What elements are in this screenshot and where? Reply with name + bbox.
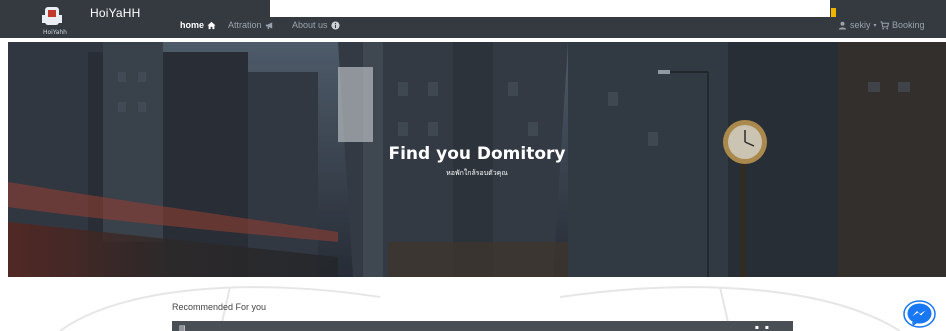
nav-home-label: home [180,20,205,30]
nav-about[interactable]: About us [292,20,340,30]
navbar-top-gap [270,0,830,17]
home-icon [207,21,216,29]
logo-caption: HoiYahh [43,29,67,36]
brand-name[interactable]: HoiYaHH [90,6,141,20]
recommended-card-header: ▤ ▪▪ [172,321,793,331]
info-icon [330,20,340,30]
hero-title: Find you Domitory [388,144,566,164]
hero-banner: Find you Domitory หอพักใกล้รอบตัวคุณ [8,42,946,277]
nav-booking[interactable]: Booking [880,20,925,30]
recommended-heading: Recommended For you [172,302,267,312]
user-name: sekiy [850,20,871,30]
nav-booking-label: Booking [892,20,925,30]
nav-home[interactable]: home [180,20,216,30]
user-icon [838,21,847,30]
navbar-strip [0,17,946,38]
messenger-chat-icon[interactable] [903,300,936,328]
accent-marker [831,8,836,17]
card-controls[interactable]: ▪▪ [755,324,775,331]
caret-down-icon: ▾ [873,22,877,29]
logo[interactable]: HoiYahh [30,2,80,38]
nav-attraction[interactable]: Attration [228,20,274,30]
nav-attraction-label: Attration [228,20,262,30]
megaphone-icon [265,21,272,29]
user-menu[interactable]: sekiy ▾ [838,20,877,30]
navbar: HoiYahh HoiYaHH home Attration About us … [0,0,946,38]
cart-icon [880,20,889,29]
navbar-right-bg [830,0,946,17]
logo-icon [42,7,62,25]
nav-about-label: About us [292,20,328,30]
card-list-icon: ▤ [179,324,186,331]
hero-subtitle: หอพักใกล้รอบตัวคุณ [446,169,508,177]
